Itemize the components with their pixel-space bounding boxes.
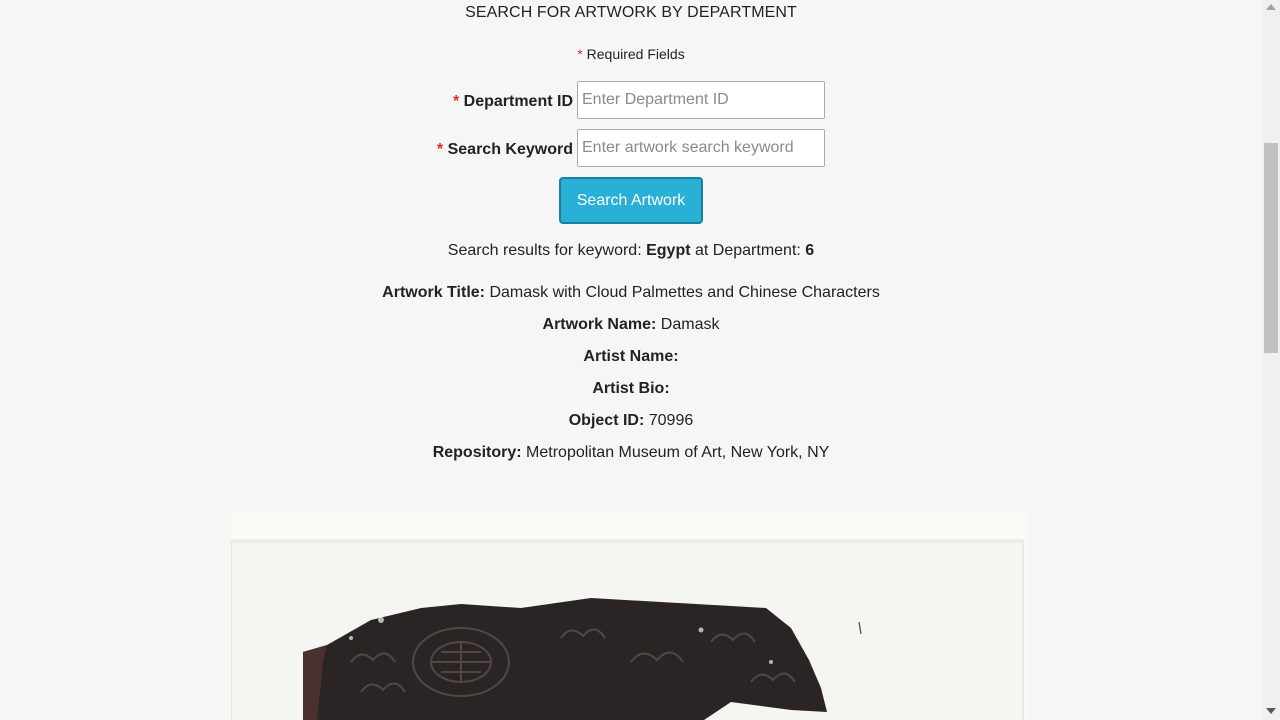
results-keyword: Egypt xyxy=(646,242,691,259)
scrollbar-thumb[interactable] xyxy=(1264,143,1278,353)
scroll-down-arrow-icon[interactable] xyxy=(1266,708,1276,714)
repository-label: Repository: xyxy=(432,444,522,461)
required-star: * xyxy=(577,46,583,62)
page-title: SEARCH FOR ARTWORK BY DEPARTMENT xyxy=(465,4,797,21)
artwork-title-line: Artwork Title: Damask with Cloud Palmett… xyxy=(0,284,1262,302)
scroll-up-arrow-icon[interactable] xyxy=(1266,4,1276,10)
artwork-title-value: Damask with Cloud Palmettes and Chinese … xyxy=(489,284,880,301)
required-star: * xyxy=(436,141,444,158)
department-id-input[interactable] xyxy=(577,81,825,119)
results-summary: Search results for keyword: Egypt at Dep… xyxy=(0,242,1262,260)
artwork-name-line: Artwork Name: Damask xyxy=(0,316,1262,334)
results-prefix: Search results for keyword: xyxy=(447,242,642,259)
required-star: * xyxy=(452,93,460,110)
required-fields-note: * Required Fields xyxy=(0,46,1262,62)
object-id-value: 70996 xyxy=(648,412,694,429)
results-middle: at Department: xyxy=(695,242,801,259)
vertical-scrollbar[interactable] xyxy=(1262,0,1280,720)
artwork-image-graphic xyxy=(231,512,1027,720)
department-label-text: Department ID xyxy=(463,93,573,110)
object-id-label: Object ID: xyxy=(568,412,645,429)
artist-bio-line: Artist Bio: xyxy=(0,380,1262,398)
search-keyword-input[interactable] xyxy=(577,129,825,167)
search-artwork-button[interactable]: Search Artwork xyxy=(559,177,703,224)
keyword-label: * Search Keyword xyxy=(437,141,573,159)
results-department: 6 xyxy=(805,242,815,259)
repository-line: Repository: Metropolitan Museum of Art, … xyxy=(0,444,1262,462)
department-label: * Department ID xyxy=(453,93,573,111)
artist-bio-label: Artist Bio: xyxy=(592,380,670,397)
keyword-label-text: Search Keyword xyxy=(447,141,573,158)
artist-name-label: Artist Name: xyxy=(583,348,679,365)
artwork-name-value: Damask xyxy=(660,316,720,333)
department-row: * Department ID xyxy=(0,81,1262,119)
keyword-row: * Search Keyword xyxy=(0,129,1262,167)
artwork-image xyxy=(231,512,1027,720)
artist-name-line: Artist Name: xyxy=(0,348,1262,366)
page: SEARCH FOR ARTWORK BY DEPARTMENT * Requi… xyxy=(0,0,1262,720)
required-fields-text: Required Fields xyxy=(586,46,685,62)
artwork-name-label: Artwork Name: xyxy=(542,316,657,333)
artwork-title-label: Artwork Title: xyxy=(382,284,485,301)
repository-value: Metropolitan Museum of Art, New York, NY xyxy=(526,444,830,461)
object-id-line: Object ID: 70996 xyxy=(0,412,1262,430)
